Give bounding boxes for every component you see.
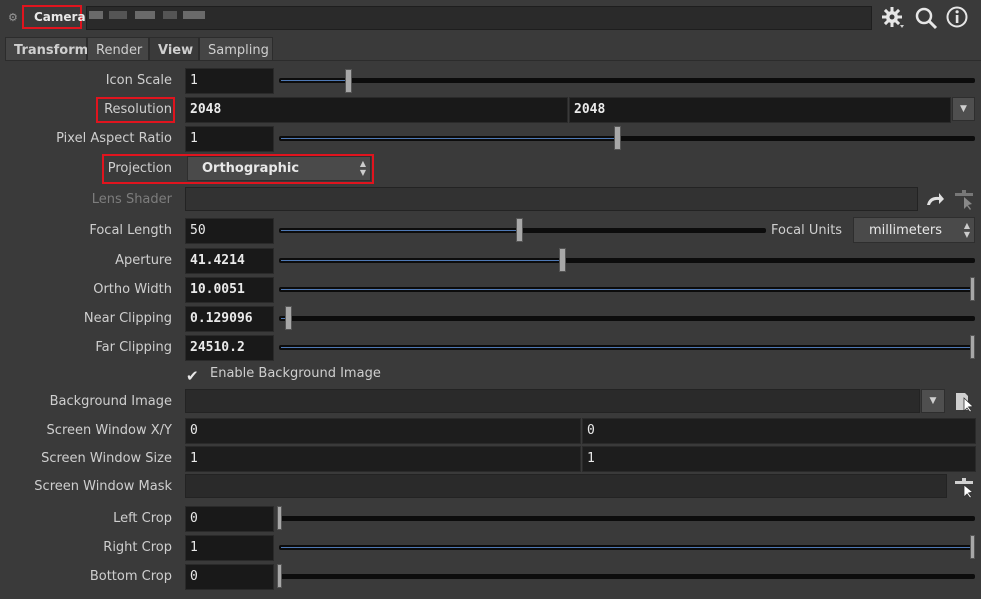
blurred-text bbox=[135, 11, 155, 19]
ortho-width-field[interactable]: 10.0051 bbox=[185, 277, 274, 303]
pixel-aspect-field[interactable]: 1 bbox=[185, 126, 274, 152]
search-icon[interactable] bbox=[913, 5, 939, 31]
resolution-label: Resolution bbox=[104, 102, 172, 117]
icon-scale-field[interactable]: 1 bbox=[185, 68, 274, 94]
left-crop-label: Left Crop bbox=[113, 511, 172, 526]
screen-window-size-label: Screen Window Size bbox=[41, 451, 172, 466]
slider-fill bbox=[281, 80, 347, 81]
chevron-updown-icon: ▲ ▼ bbox=[359, 159, 366, 177]
enable-bg-checkbox[interactable]: ✔ bbox=[186, 367, 202, 385]
slider-fill bbox=[281, 547, 971, 548]
slider-fill bbox=[281, 289, 971, 290]
near-clipping-handle[interactable] bbox=[285, 306, 292, 330]
right-crop-handle[interactable] bbox=[970, 535, 975, 559]
blurred-text bbox=[89, 11, 103, 19]
bottom-crop-slider[interactable] bbox=[279, 574, 975, 579]
gear-icon[interactable] bbox=[880, 5, 906, 31]
slider-fill bbox=[281, 230, 519, 231]
bottom-crop-handle[interactable] bbox=[277, 564, 282, 588]
far-clipping-slider[interactable] bbox=[279, 345, 975, 350]
focal-units-label: Focal Units bbox=[771, 223, 843, 238]
aperture-handle[interactable] bbox=[559, 248, 566, 272]
lens-shader-field[interactable] bbox=[185, 187, 918, 211]
left-crop-field[interactable]: 0 bbox=[185, 506, 274, 532]
projection-dropdown[interactable]: Orthographic ▲ ▼ bbox=[187, 156, 371, 181]
chevron-updown-icon: ▲ ▼ bbox=[963, 221, 970, 239]
node-type-icon: ⚙ bbox=[8, 11, 18, 24]
focal-length-field[interactable]: 50 bbox=[185, 218, 274, 244]
icon-scale-label: Icon Scale bbox=[105, 73, 172, 88]
screen-window-mask-label: Screen Window Mask bbox=[34, 479, 172, 494]
enable-bg-label: Enable Background Image bbox=[210, 366, 381, 381]
aperture-field[interactable]: 41.4214 bbox=[185, 248, 274, 274]
near-clipping-slider[interactable] bbox=[279, 316, 975, 321]
node-chooser-icon[interactable] bbox=[952, 188, 976, 212]
screen-window-x-field[interactable]: 0 bbox=[185, 418, 581, 444]
right-crop-field[interactable]: 1 bbox=[185, 535, 274, 561]
projection-label: Projection bbox=[107, 161, 172, 176]
background-image-label: Background Image bbox=[49, 394, 172, 409]
jump-arrow-icon[interactable] bbox=[924, 191, 946, 209]
near-clipping-label: Near Clipping bbox=[83, 311, 172, 326]
screen-window-mask-field[interactable] bbox=[185, 474, 947, 498]
info-icon[interactable] bbox=[945, 5, 971, 31]
tab-transform[interactable]: Transform bbox=[5, 37, 88, 61]
tab-sampling[interactable]: Sampling bbox=[199, 37, 273, 61]
pixel-aspect-label: Pixel Aspect Ratio bbox=[56, 131, 172, 146]
tab-view[interactable]: View bbox=[149, 37, 199, 61]
slider-fill bbox=[281, 260, 563, 261]
slider-fill bbox=[281, 138, 615, 139]
lens-shader-label: Lens Shader bbox=[91, 192, 172, 207]
tab-divider bbox=[5, 60, 981, 61]
right-crop-slider[interactable] bbox=[279, 545, 975, 550]
near-clipping-field[interactable]: 0.129096 bbox=[185, 306, 274, 332]
icon-scale-slider[interactable] bbox=[279, 78, 975, 83]
file-chooser-icon[interactable] bbox=[953, 390, 977, 414]
resolution-x-field[interactable]: 2048 bbox=[185, 97, 568, 123]
left-crop-slider[interactable] bbox=[279, 516, 975, 521]
tab-render[interactable]: Render bbox=[87, 37, 149, 61]
left-crop-handle[interactable] bbox=[277, 506, 282, 530]
node-path-field[interactable] bbox=[86, 6, 872, 30]
blurred-text bbox=[109, 11, 127, 19]
icon-scale-handle[interactable] bbox=[345, 69, 352, 93]
resolution-y-field[interactable]: 2048 bbox=[569, 97, 951, 123]
screen-window-size-y-field[interactable]: 1 bbox=[582, 446, 976, 472]
far-clipping-label: Far Clipping bbox=[95, 340, 172, 355]
screen-window-y-field[interactable]: 0 bbox=[582, 418, 976, 444]
node-chooser-icon[interactable] bbox=[952, 476, 976, 500]
background-image-menu-button[interactable]: ▼ bbox=[921, 389, 945, 413]
ortho-width-slider[interactable] bbox=[279, 287, 975, 292]
background-image-field[interactable] bbox=[185, 389, 920, 413]
pixel-aspect-slider[interactable] bbox=[279, 136, 975, 141]
blurred-text bbox=[163, 11, 177, 19]
aperture-slider[interactable] bbox=[279, 258, 975, 263]
resolution-menu-button[interactable]: ▼ bbox=[952, 97, 975, 121]
ortho-width-handle[interactable] bbox=[970, 277, 975, 301]
right-crop-label: Right Crop bbox=[103, 540, 172, 555]
pixel-aspect-handle[interactable] bbox=[614, 126, 621, 150]
focal-units-dropdown[interactable]: millimeters ▲ ▼ bbox=[853, 217, 975, 243]
bottom-crop-field[interactable]: 0 bbox=[185, 564, 274, 590]
screen-window-size-x-field[interactable]: 1 bbox=[185, 446, 581, 472]
slider-fill bbox=[281, 347, 971, 348]
projection-value: Orthographic bbox=[202, 161, 300, 176]
blurred-text bbox=[183, 11, 205, 19]
far-clipping-handle[interactable] bbox=[970, 335, 975, 359]
screen-window-xy-label: Screen Window X/Y bbox=[46, 423, 172, 438]
focal-length-handle[interactable] bbox=[516, 218, 523, 242]
aperture-label: Aperture bbox=[115, 253, 172, 268]
ortho-width-label: Ortho Width bbox=[93, 282, 172, 297]
bottom-crop-label: Bottom Crop bbox=[89, 569, 172, 584]
node-name-label: Camera bbox=[34, 10, 86, 24]
node-name-badge[interactable]: Camera bbox=[22, 5, 86, 29]
focal-length-label: Focal Length bbox=[89, 223, 172, 238]
far-clipping-field[interactable]: 24510.2 bbox=[185, 335, 274, 361]
focal-units-value: millimeters bbox=[869, 223, 942, 238]
